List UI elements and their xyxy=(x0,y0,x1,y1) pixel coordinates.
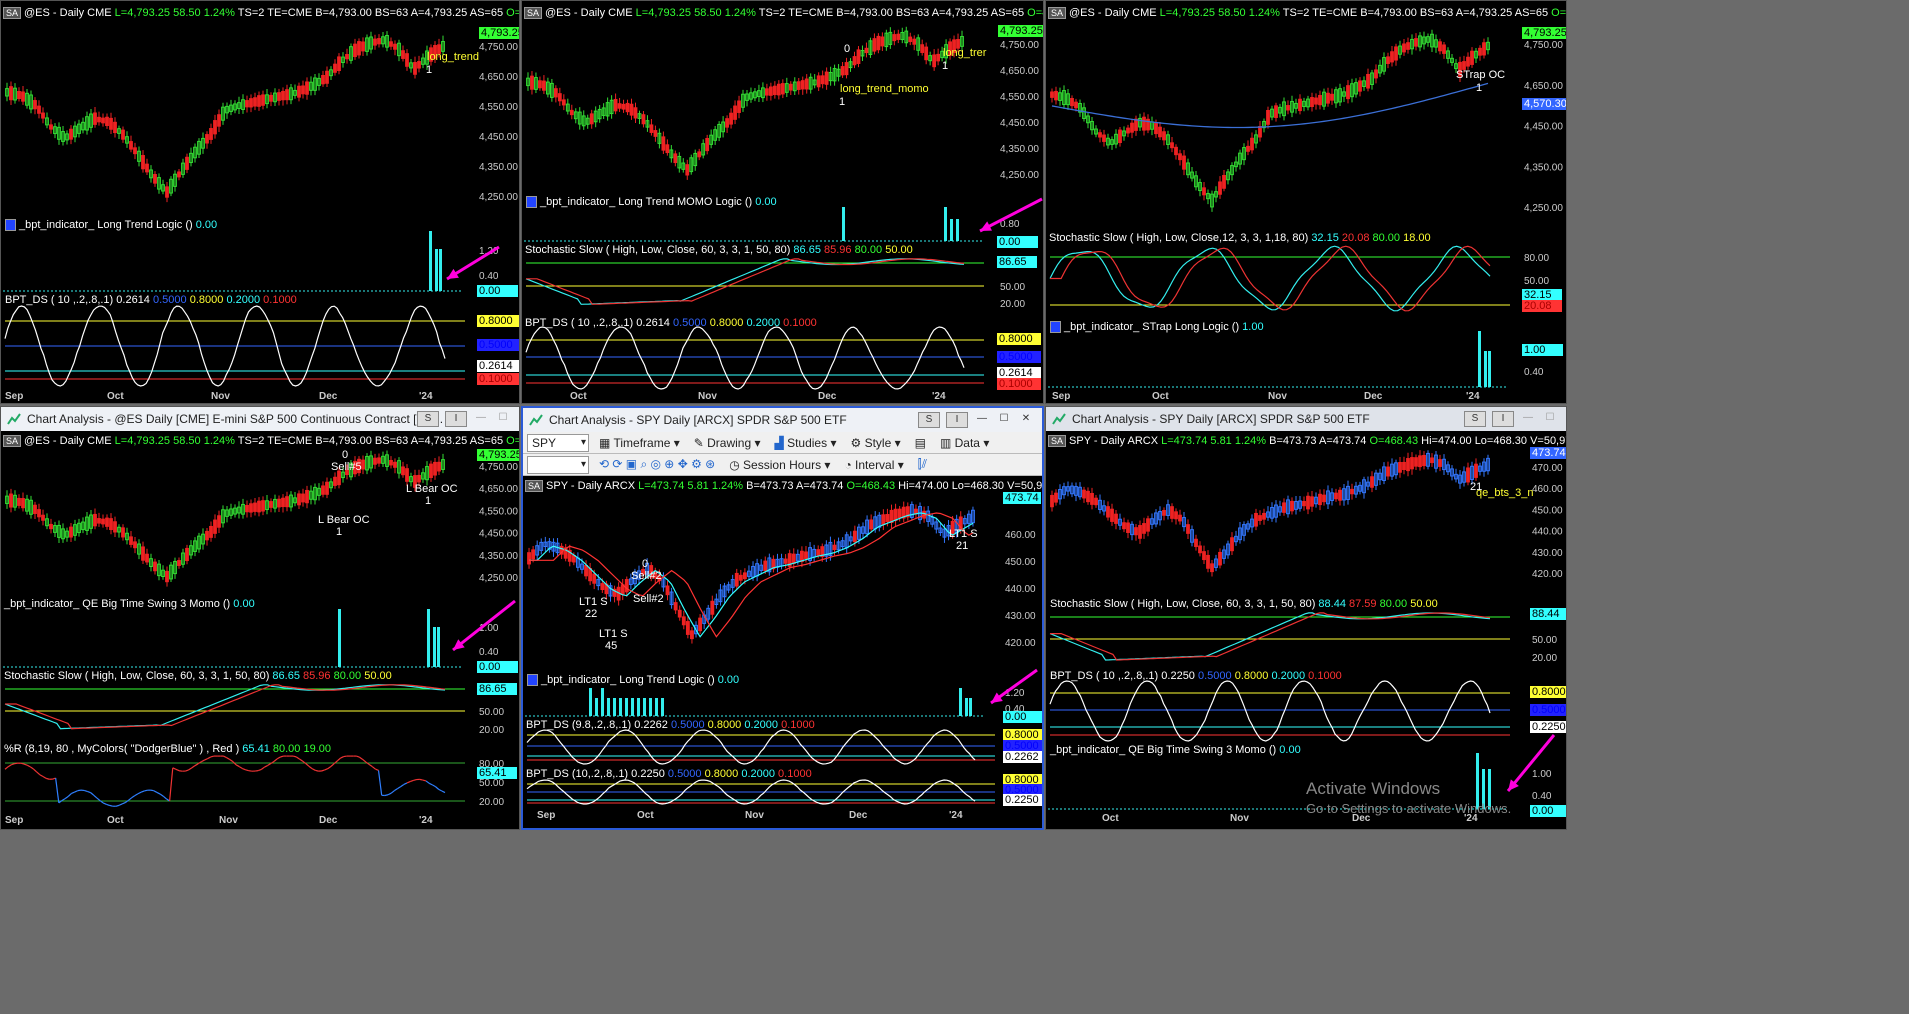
month-label: Dec xyxy=(1352,813,1371,824)
month-label: Nov xyxy=(745,810,764,821)
month-label: Oct xyxy=(107,391,124,402)
chart-window-es-qe-swing[interactable]: Chart Analysis - @ES Daily [CME] E-mini … xyxy=(0,406,520,830)
month-label: Dec xyxy=(849,810,868,821)
month-label: Nov xyxy=(219,815,238,826)
month-label: Sep xyxy=(5,815,23,826)
month-label: '24 xyxy=(932,391,946,402)
chart-window-spy-long-trend[interactable]: Chart Analysis - SPY Daily [ARCX] SPDR S… xyxy=(521,406,1044,830)
month-label: Oct xyxy=(107,815,124,826)
month-label: Dec xyxy=(319,391,338,402)
month-label: Sep xyxy=(5,391,23,402)
month-label: Dec xyxy=(818,391,837,402)
month-label: Dec xyxy=(1364,391,1383,402)
chart-panel-es-long-trend-momo[interactable]: SA @ES - Daily CME L=4,793.25 58.50 1.24%… xyxy=(521,0,1044,404)
chart-panel-es-strap[interactable]: SA @ES - Daily CME L=4,793.25 58.50 1.24%… xyxy=(1045,0,1567,404)
month-label: Sep xyxy=(1052,391,1070,402)
date-axis: Sep Oct Nov Dec '24 xyxy=(5,391,433,402)
month-label: Oct xyxy=(570,391,587,402)
month-label: '24 xyxy=(1466,391,1480,402)
date-axis: Sep Oct Nov Dec '24 xyxy=(5,815,433,826)
month-label: Oct xyxy=(1152,391,1169,402)
date-axis: Oct Nov Dec '24 xyxy=(570,391,946,402)
chart-panel-es-long-trend[interactable]: SA @ES - Daily CME L=4,793.25 58.50 1.24%… xyxy=(0,0,520,404)
date-axis: Sep Oct Nov Dec '24 xyxy=(537,810,963,821)
month-label: Nov xyxy=(1268,391,1287,402)
month-label: Oct xyxy=(637,810,654,821)
month-label: '24 xyxy=(949,810,963,821)
date-axis: Sep Oct Nov Dec '24 xyxy=(1052,391,1480,402)
date-axis: Oct Nov Dec '24 xyxy=(1102,813,1478,824)
month-label: Nov xyxy=(698,391,717,402)
month-label: '24 xyxy=(419,391,433,402)
month-label: Oct xyxy=(1102,813,1119,824)
month-label: '24 xyxy=(419,815,433,826)
month-label: Dec xyxy=(319,815,338,826)
month-label: Sep xyxy=(537,810,555,821)
month-label: Nov xyxy=(211,391,230,402)
month-label: '24 xyxy=(1464,813,1478,824)
month-label: Nov xyxy=(1230,813,1249,824)
chart-window-spy-qe-swing[interactable]: Chart Analysis - SPY Daily [ARCX] SPDR S… xyxy=(1045,406,1567,830)
